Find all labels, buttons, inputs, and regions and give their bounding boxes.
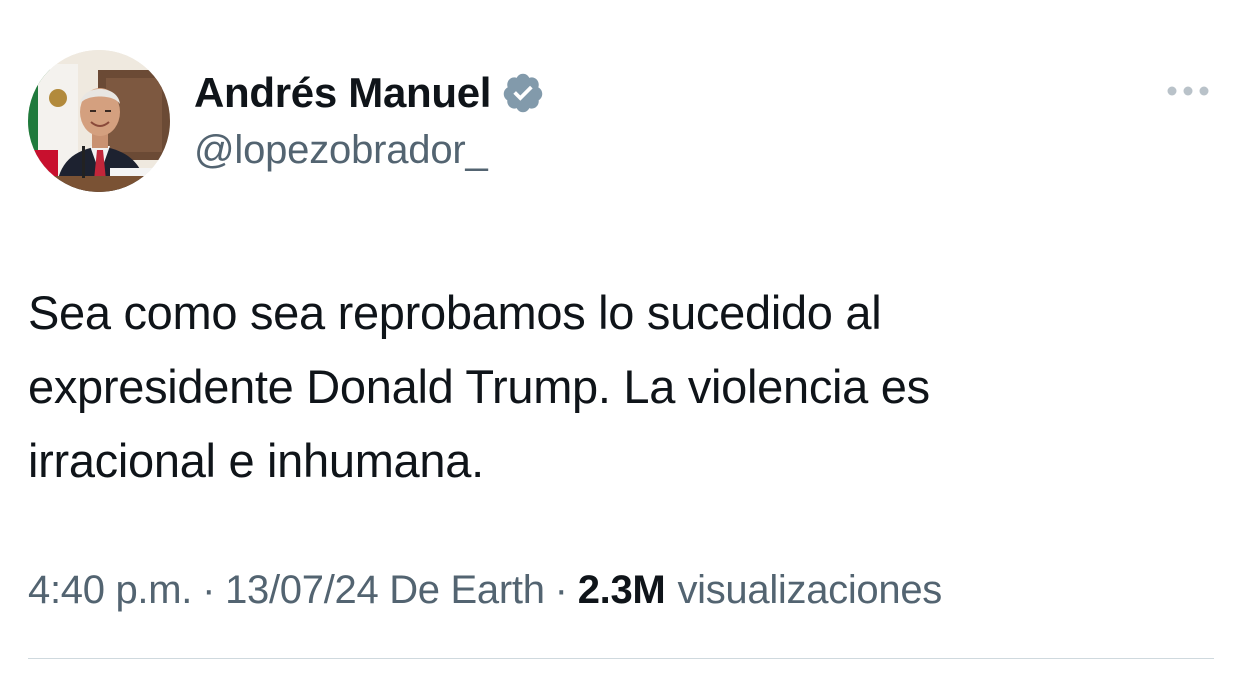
tweet: Andrés Manuel @lopezobrador_ Sea como se… (0, 0, 1242, 678)
avatar-photo (28, 50, 170, 192)
meta-separator: · (202, 568, 216, 612)
divider (28, 658, 1214, 659)
author-display-name[interactable]: Andrés Manuel (194, 69, 491, 117)
author-handle[interactable]: @lopezobrador_ (194, 128, 488, 173)
views-count[interactable]: 2.3M (578, 568, 666, 613)
author-name-row: Andrés Manuel (194, 66, 545, 120)
more-horizontal-icon[interactable] (1162, 76, 1214, 106)
avatar[interactable] (28, 50, 170, 192)
tweet-text: Sea como sea reprobamos lo sucedido al e… (28, 286, 930, 487)
meta-separator: · (554, 568, 568, 612)
tweet-time[interactable]: 4:40 p.m. (28, 568, 192, 613)
tweet-meta: 4:40 p.m. · 13/07/24 De Earth · 2.3M vis… (28, 568, 942, 613)
views-label: visualizaciones (677, 568, 942, 612)
verified-badge-icon (501, 71, 545, 115)
tweet-date-source[interactable]: 13/07/24 De Earth (225, 568, 545, 613)
